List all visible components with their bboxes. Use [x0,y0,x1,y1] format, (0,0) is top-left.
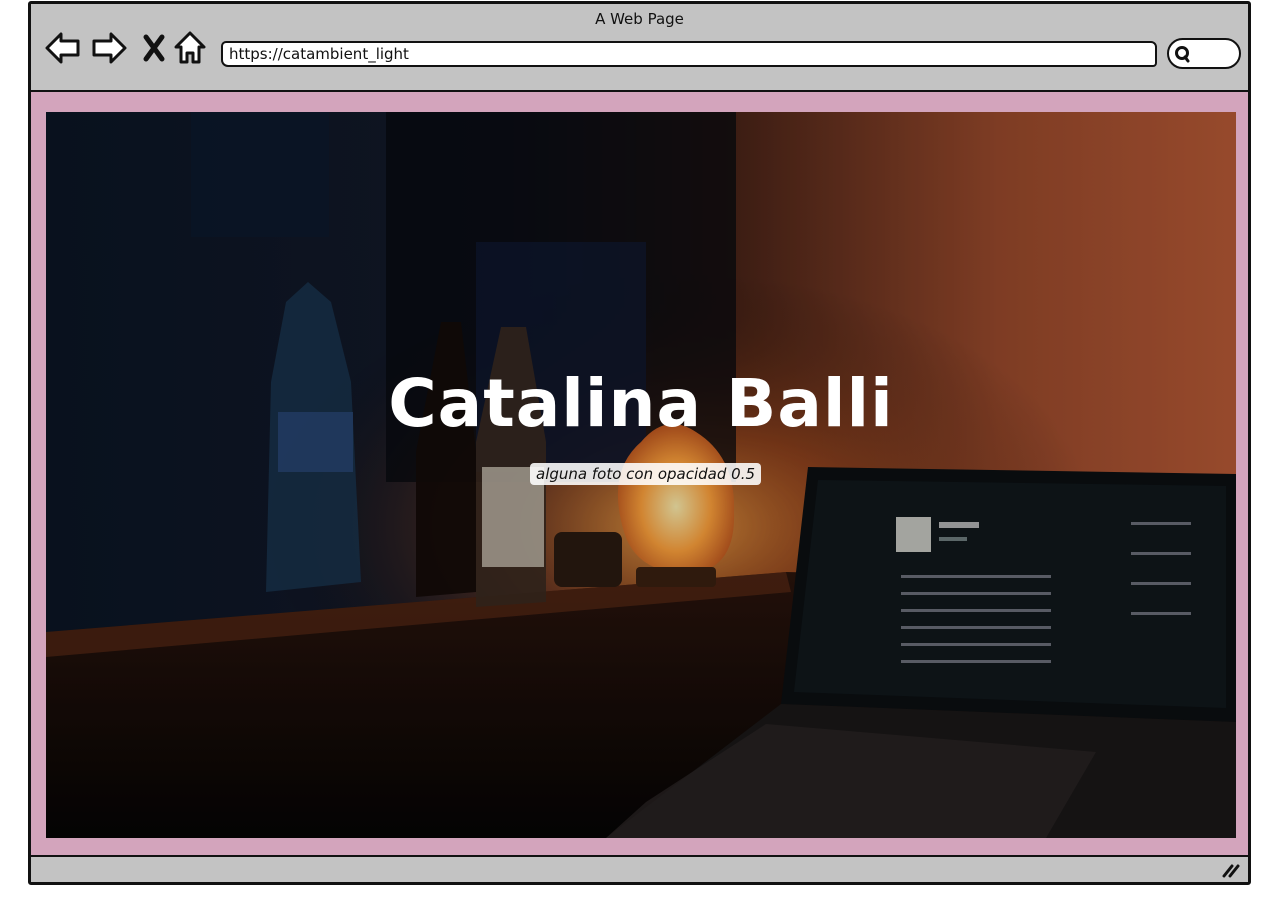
search-button[interactable] [1167,38,1241,69]
resize-grip-icon[interactable] [1220,860,1242,878]
hero-caption: alguna foto con opacidad 0.5 [530,463,762,485]
forward-arrow-icon[interactable] [91,28,127,68]
statusbar-divider [31,855,1248,857]
hero-title: Catalina Balli [388,365,894,442]
url-input[interactable]: https://catambient_light [221,41,1157,67]
page-content: Catalina Balli alguna foto con opacidad … [31,92,1248,855]
home-icon[interactable] [173,28,207,68]
back-arrow-icon[interactable] [45,28,81,68]
close-x-icon[interactable] [141,28,167,68]
browser-window: A Web Page https://catambient_light Cata… [28,1,1251,885]
hero-banner: Catalina Balli alguna foto con opacidad … [46,112,1236,838]
window-title: A Web Page [595,10,684,28]
search-icon [1175,46,1190,63]
